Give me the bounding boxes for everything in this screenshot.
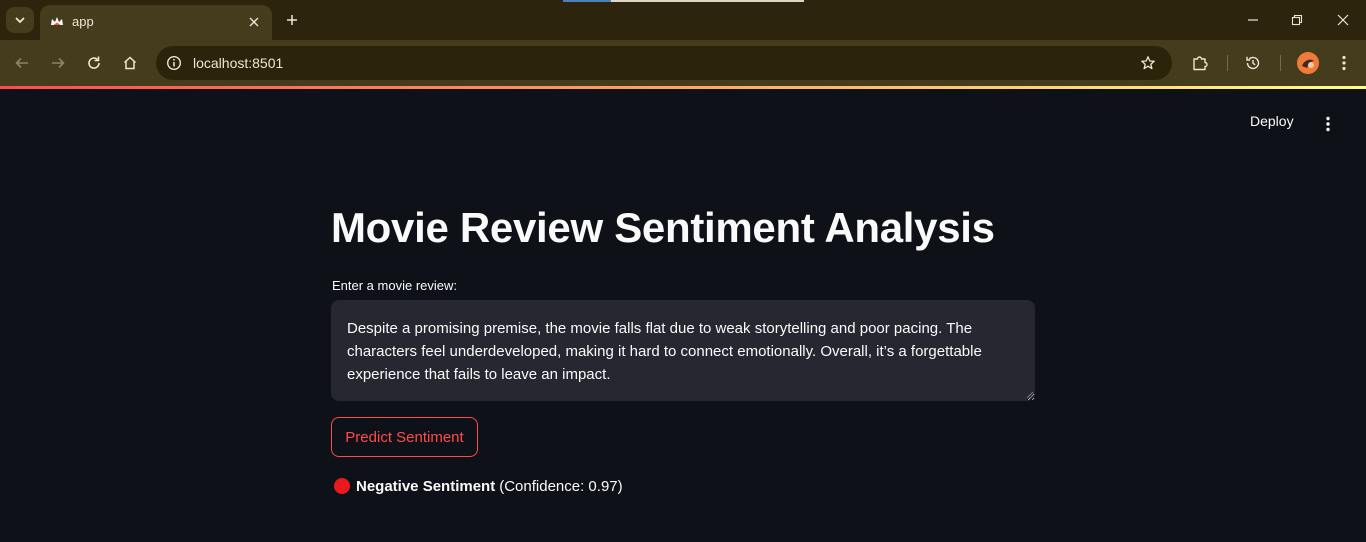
- url-text: localhost:8501: [193, 55, 284, 71]
- puzzle-icon: [1193, 56, 1208, 71]
- close-icon: [1337, 14, 1349, 26]
- tab-strip-highlight: [611, 0, 804, 2]
- history-button[interactable]: [1239, 49, 1267, 77]
- chrome-menu-button[interactable]: [1330, 49, 1358, 77]
- chevron-down-icon: [15, 17, 25, 24]
- toolbar-divider: [1280, 55, 1281, 71]
- vertical-dots-icon: [1342, 55, 1346, 71]
- streamlit-crown-icon: [51, 17, 63, 25]
- browser-toolbar: localhost:8501: [0, 40, 1366, 86]
- info-icon: [166, 55, 182, 71]
- browser-tab-strip: app: [0, 0, 1366, 40]
- restore-button[interactable]: [1283, 6, 1311, 34]
- extensions-button[interactable]: [1186, 49, 1214, 77]
- predict-sentiment-button[interactable]: Predict Sentiment: [331, 417, 478, 457]
- close-icon: [249, 17, 259, 27]
- bookmark-button[interactable]: [1136, 51, 1160, 75]
- forward-button[interactable]: [44, 49, 72, 77]
- star-icon: [1141, 56, 1155, 70]
- arrow-left-icon: [15, 57, 28, 69]
- tab-strip-highlight: [563, 0, 611, 2]
- vertical-dots-icon: [1326, 116, 1330, 132]
- confidence-text: (Confidence: 0.97): [499, 477, 623, 495]
- reload-button[interactable]: [80, 49, 108, 77]
- new-tab-button[interactable]: [281, 9, 303, 31]
- profile-avatar-icon: [1297, 52, 1319, 74]
- address-bar[interactable]: localhost:8501: [156, 46, 1172, 80]
- history-icon: [1246, 56, 1260, 70]
- page-title: Movie Review Sentiment Analysis: [331, 204, 995, 251]
- reload-icon: [88, 56, 100, 69]
- main-menu-button[interactable]: [1316, 112, 1340, 136]
- minimize-button[interactable]: [1239, 6, 1267, 34]
- tab-title: app: [72, 14, 94, 29]
- restore-icon: [1291, 14, 1303, 26]
- close-window-button[interactable]: [1329, 6, 1357, 34]
- sentiment-label: Negative Sentiment: [356, 477, 496, 495]
- minimize-icon: [1248, 19, 1258, 21]
- plus-icon: [287, 15, 297, 25]
- back-button[interactable]: [8, 49, 36, 77]
- deploy-button[interactable]: Deploy: [1250, 113, 1294, 129]
- profile-avatar[interactable]: [1297, 52, 1319, 74]
- resize-handle-icon[interactable]: [1024, 389, 1034, 399]
- toolbar-divider: [1227, 55, 1228, 71]
- site-info-button[interactable]: [162, 51, 186, 75]
- home-button[interactable]: [116, 49, 144, 77]
- review-textarea[interactable]: Despite a promising premise, the movie f…: [331, 300, 1035, 401]
- streamlit-app: Deploy Movie Review Sentiment Analysis E…: [0, 89, 1366, 542]
- arrow-right-icon: [52, 57, 65, 69]
- review-input-label: Enter a movie review:: [332, 278, 457, 293]
- home-icon: [123, 56, 137, 70]
- sentiment-result: Negative Sentiment (Confidence: 0.97): [334, 476, 623, 496]
- tab-close-button[interactable]: [244, 12, 264, 32]
- tab-search-button[interactable]: [6, 7, 34, 33]
- red-circle-icon: [334, 478, 350, 494]
- browser-tab[interactable]: app: [40, 5, 272, 40]
